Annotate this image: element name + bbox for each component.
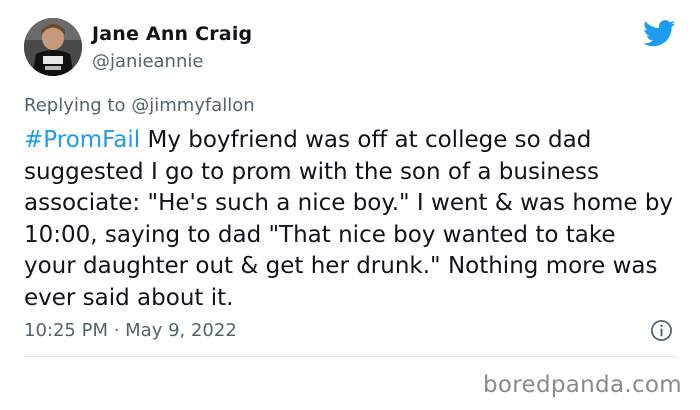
tweet-body: My boyfriend was off at college so dad s…	[24, 127, 674, 311]
hashtag-link[interactable]: #PromFail	[24, 127, 140, 153]
user-avatar-image	[24, 18, 82, 76]
info-icon[interactable]	[650, 319, 673, 342]
tweet-timestamp[interactable]: 10:25 PM · May 9, 2022	[24, 320, 237, 341]
divider	[24, 356, 677, 357]
reply-mention-link[interactable]: @jimmyfallon	[131, 95, 255, 116]
author-handle[interactable]: @janieannie	[92, 51, 203, 72]
twitter-bird-icon[interactable]	[643, 20, 676, 47]
tweet-card: Jane Ann Craig @janieannie Replying to @…	[0, 0, 700, 410]
watermark: boredpanda.com	[483, 372, 682, 398]
reply-context: Replying to @jimmyfallon	[24, 95, 255, 116]
tweet-text: #PromFail My boyfriend was off at colleg…	[24, 125, 674, 314]
reply-prefix: Replying to	[24, 95, 132, 116]
avatar[interactable]	[24, 18, 82, 76]
author-name[interactable]: Jane Ann Craig	[92, 23, 252, 45]
